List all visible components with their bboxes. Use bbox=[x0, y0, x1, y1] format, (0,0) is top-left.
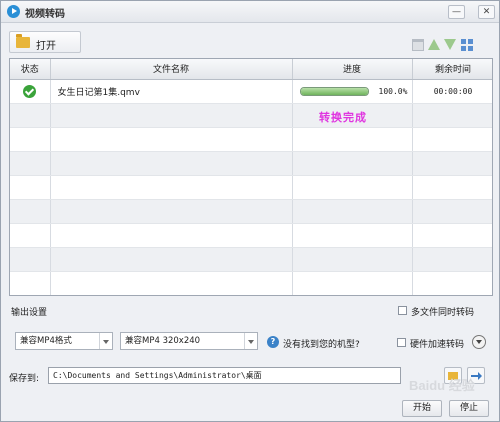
empty-cell bbox=[50, 271, 293, 295]
format-select-value: 兼容MP4格式 bbox=[20, 336, 72, 346]
app-play-icon bbox=[7, 5, 20, 18]
empty-cell bbox=[10, 199, 51, 224]
table-row bbox=[10, 271, 492, 295]
table-row bbox=[10, 151, 492, 176]
table-row bbox=[10, 175, 492, 200]
empty-cell bbox=[292, 199, 413, 224]
empty-cell bbox=[50, 127, 293, 152]
table-row bbox=[10, 103, 492, 128]
save-to-label: 保存到: bbox=[9, 374, 40, 384]
empty-cell bbox=[50, 223, 293, 248]
empty-cell bbox=[292, 151, 413, 176]
empty-cell bbox=[412, 271, 492, 295]
empty-cell bbox=[50, 151, 293, 176]
hw-accel-label: 硬件加速转码 bbox=[410, 340, 465, 350]
empty-cell bbox=[412, 103, 492, 128]
table-row bbox=[10, 223, 492, 248]
grid-view-icon[interactable] bbox=[461, 39, 473, 51]
save-path-input[interactable]: C:\Documents and Settings\Administrator\… bbox=[48, 367, 401, 384]
start-button[interactable]: 开始 bbox=[402, 400, 442, 417]
empty-cell bbox=[412, 151, 492, 176]
table-row[interactable]: 女生日记第1集.qmv 100.0% 00:00:00 bbox=[10, 79, 492, 104]
folder-icon bbox=[16, 34, 30, 48]
empty-cell bbox=[10, 175, 51, 200]
header-progress[interactable]: 进度 bbox=[292, 59, 413, 80]
empty-cell bbox=[50, 175, 293, 200]
empty-cell bbox=[412, 199, 492, 224]
chevron-down-icon bbox=[99, 333, 112, 349]
status-cell bbox=[10, 79, 51, 104]
title-bar[interactable]: 视频转码 — ✕ bbox=[1, 1, 499, 23]
empty-cell bbox=[50, 247, 293, 272]
empty-cell bbox=[10, 223, 51, 248]
resolution-select[interactable]: 兼容MP4 320x240 bbox=[120, 332, 258, 350]
empty-cell bbox=[10, 271, 51, 295]
filename-cell: 女生日记第1集.qmv bbox=[50, 79, 293, 104]
empty-cell bbox=[292, 127, 413, 152]
open-button[interactable]: 打开 bbox=[9, 31, 81, 53]
header-filename[interactable]: 文件名称 bbox=[50, 59, 293, 80]
expand-options-button[interactable] bbox=[472, 335, 486, 349]
transcode-window: 视频转码 — ✕ 打开 状态 文件名称 进度 剩余时间 女生日记第1集.qmv … bbox=[0, 0, 500, 422]
header-remaining[interactable]: 剩余时间 bbox=[412, 59, 492, 80]
move-up-icon[interactable] bbox=[428, 39, 440, 50]
empty-cell bbox=[292, 175, 413, 200]
empty-cell bbox=[292, 271, 413, 295]
table-row bbox=[10, 247, 492, 272]
progress-percent: 100.0% bbox=[378, 86, 408, 96]
file-table: 状态 文件名称 进度 剩余时间 女生日记第1集.qmv 100.0% 00:00… bbox=[9, 58, 493, 296]
progress-cell: 100.0% bbox=[292, 79, 413, 104]
remaining-cell: 00:00:00 bbox=[412, 79, 492, 104]
table-row bbox=[10, 199, 492, 224]
hw-accel-checkbox[interactable] bbox=[397, 338, 406, 347]
empty-cell bbox=[50, 103, 293, 128]
delete-icon[interactable] bbox=[412, 39, 424, 51]
empty-cell bbox=[412, 127, 492, 152]
move-down-icon[interactable] bbox=[444, 39, 456, 50]
format-select[interactable]: 兼容MP4格式 bbox=[15, 332, 113, 350]
table-row bbox=[10, 127, 492, 152]
empty-cell bbox=[10, 151, 51, 176]
multi-file-checkbox[interactable] bbox=[398, 306, 407, 315]
minimize-button[interactable]: — bbox=[448, 5, 465, 19]
empty-cell bbox=[412, 223, 492, 248]
open-button-label: 打开 bbox=[36, 41, 56, 52]
empty-cell bbox=[10, 247, 51, 272]
empty-cell bbox=[412, 247, 492, 272]
chevron-down-icon bbox=[244, 333, 257, 349]
empty-cell bbox=[412, 175, 492, 200]
check-circle-icon bbox=[23, 84, 37, 98]
baidu-watermark: Baidu 经验 bbox=[409, 378, 475, 393]
window-title: 视频转码 bbox=[25, 9, 65, 20]
empty-cell bbox=[292, 223, 413, 248]
progress-fill bbox=[300, 87, 368, 95]
progress-bar bbox=[299, 86, 369, 96]
header-status[interactable]: 状态 bbox=[10, 59, 51, 80]
output-settings-label: 输出设置 bbox=[11, 308, 48, 318]
empty-cell bbox=[292, 247, 413, 272]
empty-cell bbox=[10, 103, 51, 128]
conversion-complete-label: 转换完成 bbox=[319, 111, 367, 124]
multi-file-label: 多文件同时转码 bbox=[411, 308, 475, 318]
resolution-select-value: 兼容MP4 320x240 bbox=[125, 336, 201, 346]
table-header: 状态 文件名称 进度 剩余时间 bbox=[10, 59, 492, 80]
empty-cell bbox=[50, 199, 293, 224]
help-icon[interactable]: ? bbox=[267, 336, 279, 348]
device-not-found-link[interactable]: 没有找到您的机型? bbox=[283, 337, 360, 350]
stop-button[interactable]: 停止 bbox=[449, 400, 489, 417]
empty-cell bbox=[10, 127, 51, 152]
close-button[interactable]: ✕ bbox=[478, 5, 495, 19]
